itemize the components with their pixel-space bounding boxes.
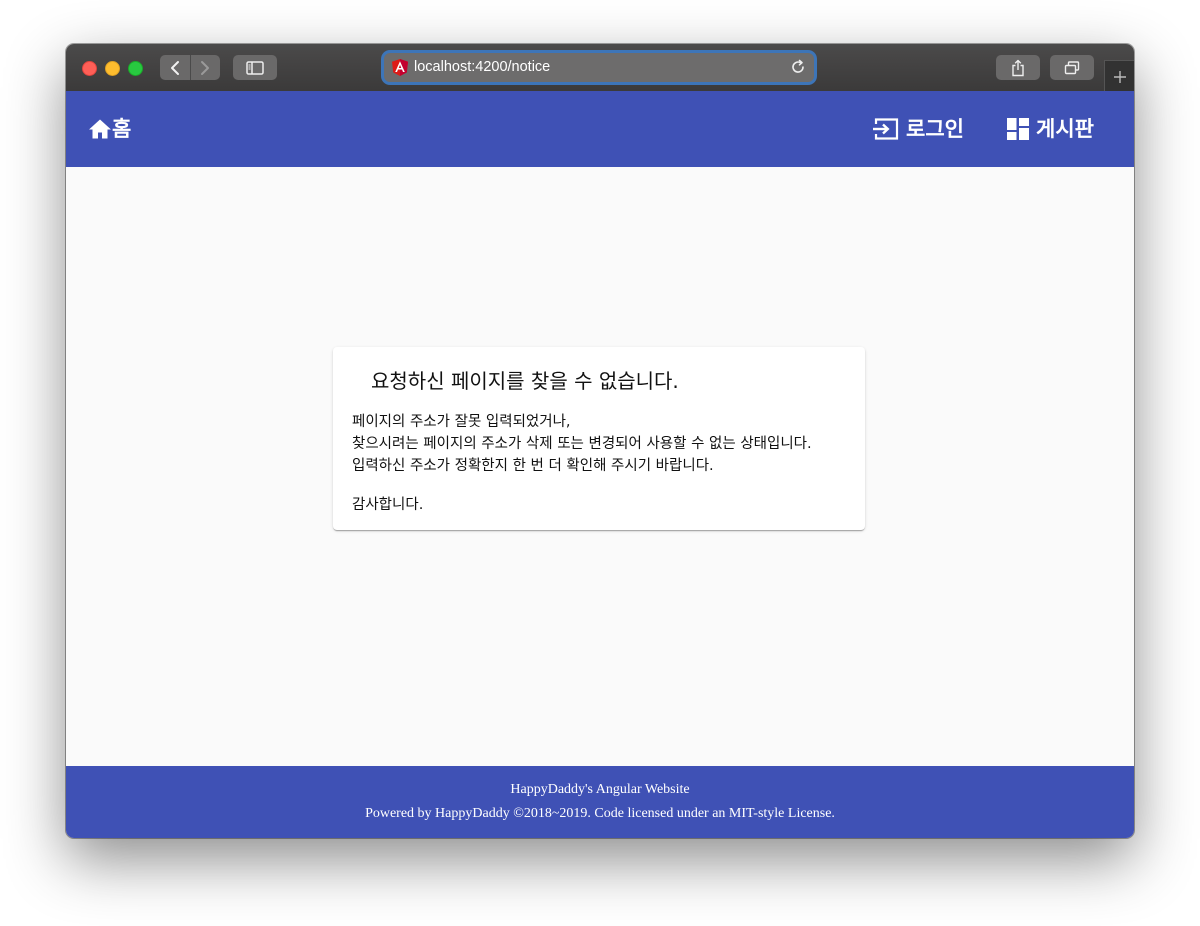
- app-toolbar: 홈 로그인 게시판: [66, 91, 1134, 167]
- login-button[interactable]: 로그인: [872, 116, 964, 142]
- minimize-window-button[interactable]: [105, 61, 120, 76]
- home-button[interactable]: 홈: [88, 116, 131, 142]
- notice-line: 페이지의 주소가 잘못 입력되었거나,: [352, 414, 571, 430]
- login-icon: [873, 118, 899, 140]
- share-icon: [1012, 59, 1024, 76]
- notice-line: 입력하신 주소가 정확한지 한 번 더 확인해 주시기 바랍니다.: [352, 458, 714, 474]
- board-button[interactable]: 게시판: [1006, 116, 1094, 142]
- reload-icon[interactable]: [790, 59, 806, 75]
- maximize-window-button[interactable]: [128, 61, 143, 76]
- browser-titlebar: localhost:4200/notice: [66, 44, 1134, 92]
- notice-closing: 감사합니다.: [352, 497, 424, 513]
- sidebar-icon: [246, 60, 264, 75]
- home-label: 홈: [112, 117, 132, 141]
- url-text[interactable]: localhost:4200/notice: [414, 59, 550, 76]
- footer-credits: Powered by HappyDaddy ©2018~2019. Code l…: [365, 806, 835, 821]
- main-content: 요청하신 페이지를 찾을 수 없습니다. 페이지의 주소가 잘못 입력되었거나,…: [66, 167, 1134, 766]
- browser-window: localhost:4200/notice 홈 로그인 게시판 요청하신 페이지…: [66, 44, 1134, 838]
- tabs-overview-icon: [1064, 60, 1080, 74]
- new-tab-button[interactable]: [1104, 60, 1134, 92]
- site-footer: HappyDaddy's Angular Website Powered by …: [66, 766, 1134, 838]
- login-label: 로그인: [906, 117, 964, 141]
- board-label: 게시판: [1036, 117, 1094, 141]
- back-button[interactable]: [160, 55, 190, 80]
- footer-site-name: HappyDaddy's Angular Website: [510, 782, 690, 797]
- notice-card: 요청하신 페이지를 찾을 수 없습니다. 페이지의 주소가 잘못 입력되었거나,…: [333, 347, 865, 530]
- dashboard-icon: [1007, 118, 1029, 140]
- notice-line: 찾으시려는 페이지의 주소가 삭제 또는 변경되어 사용할 수 없는 상태입니다…: [352, 436, 812, 452]
- plus-icon: [1114, 70, 1126, 83]
- share-button[interactable]: [996, 55, 1040, 80]
- close-window-button[interactable]: [82, 61, 97, 76]
- chevron-right-icon: [201, 60, 210, 75]
- tabs-overview-button[interactable]: [1050, 55, 1094, 80]
- forward-button[interactable]: [189, 55, 221, 80]
- home-icon: [89, 119, 111, 139]
- chevron-left-icon: [170, 60, 179, 75]
- history-navigation: [160, 55, 220, 80]
- notice-title: 요청하신 페이지를 찾을 수 없습니다.: [371, 369, 679, 393]
- sidebar-toggle-button[interactable]: [233, 55, 277, 80]
- address-bar[interactable]: localhost:4200/notice: [384, 53, 814, 82]
- angular-favicon-icon: [392, 59, 408, 76]
- notice-body: 페이지의 주소가 잘못 입력되었거나, 찾으시려는 페이지의 주소가 삭제 또는…: [352, 411, 812, 516]
